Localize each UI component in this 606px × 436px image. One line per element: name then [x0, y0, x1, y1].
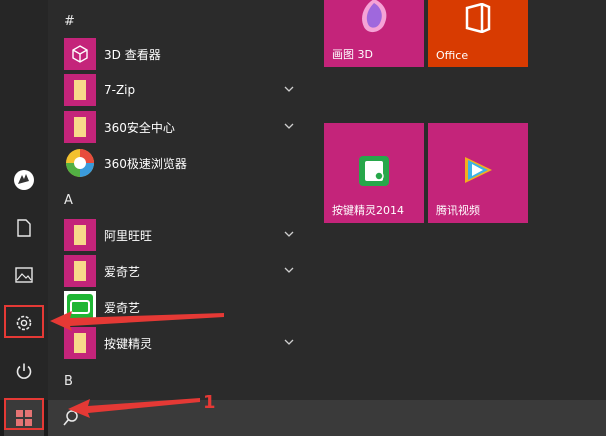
arrow-to-search: [68, 398, 200, 418]
arrow-to-settings: [50, 311, 224, 331]
step-number: 1: [203, 392, 216, 413]
annotation-arrows: [50, 311, 224, 418]
